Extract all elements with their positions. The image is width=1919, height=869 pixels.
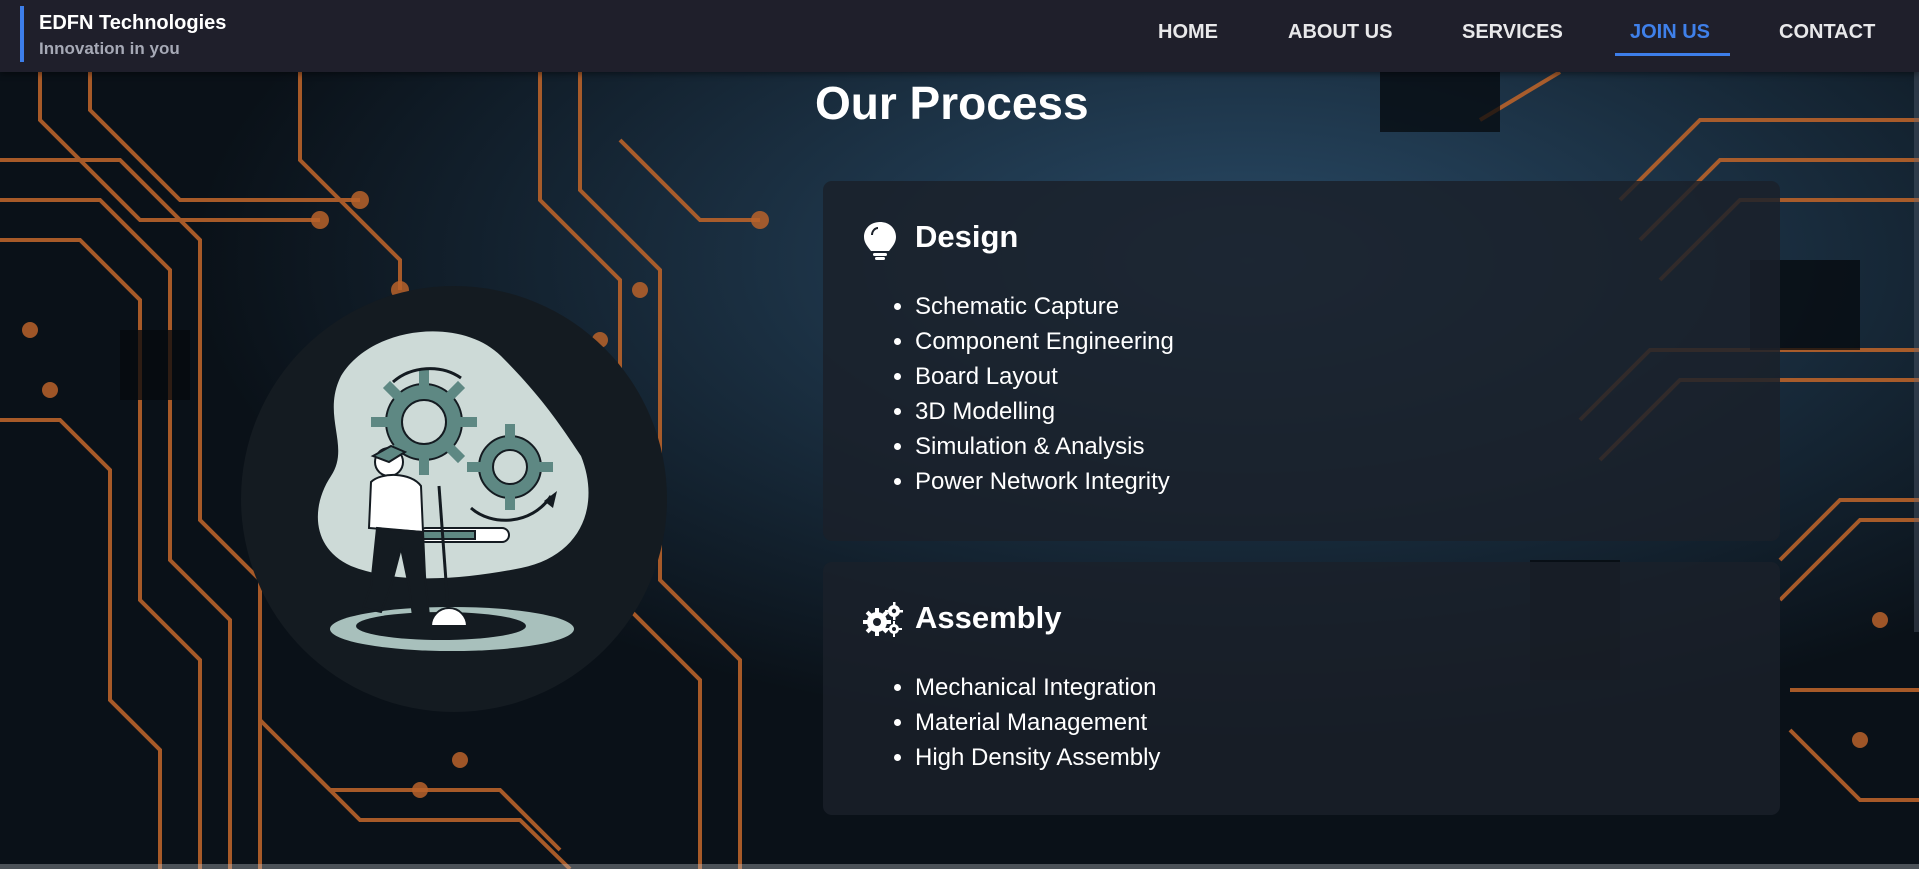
list-item: Simulation & Analysis — [915, 429, 1174, 464]
list-item: High Density Assembly — [915, 740, 1160, 775]
card-title: Assembly — [915, 600, 1062, 635]
nav-about-us[interactable]: ABOUT US — [1288, 21, 1392, 44]
list-item: Mechanical Integration — [915, 670, 1160, 705]
design-list: Schematic Capture Component Engineering … — [893, 289, 1174, 499]
list-item: Board Layout — [915, 359, 1174, 394]
brand-name: EDFN Technologies — [39, 12, 227, 34]
brand-tagline: Innovation in you — [39, 39, 180, 58]
process-card-design: Design Schematic Capture Component Engin… — [823, 181, 1780, 541]
window-bottom-edge — [0, 864, 1919, 869]
nav-join-us[interactable]: JOIN US — [1630, 21, 1710, 44]
list-item: Schematic Capture — [915, 289, 1174, 324]
page-scrollbar[interactable] — [1914, 72, 1919, 632]
navbar: EDFN Technologies Innovation in you HOME… — [0, 0, 1919, 72]
lightbulb-icon — [864, 222, 896, 260]
list-item: 3D Modelling — [915, 394, 1174, 429]
brand-logo[interactable]: EDFN Technologies Innovation in you — [20, 6, 226, 62]
list-item: Power Network Integrity — [915, 464, 1174, 499]
list-item: Component Engineering — [915, 324, 1174, 359]
card-title: Design — [915, 219, 1019, 254]
list-item: Material Management — [915, 705, 1160, 740]
nav-contact[interactable]: CONTACT — [1779, 21, 1875, 44]
gears-icon — [863, 602, 903, 637]
nav-services[interactable]: SERVICES — [1462, 21, 1563, 44]
nav-home[interactable]: HOME — [1158, 21, 1218, 44]
assembly-list: Mechanical Integration Material Manageme… — [893, 670, 1160, 775]
engineer-with-gears-illustration — [241, 286, 667, 712]
active-nav-indicator — [1615, 53, 1730, 56]
page-title: Our Process — [815, 77, 1089, 129]
process-card-assembly: Assembly Mechanical Integration Material… — [823, 562, 1780, 815]
